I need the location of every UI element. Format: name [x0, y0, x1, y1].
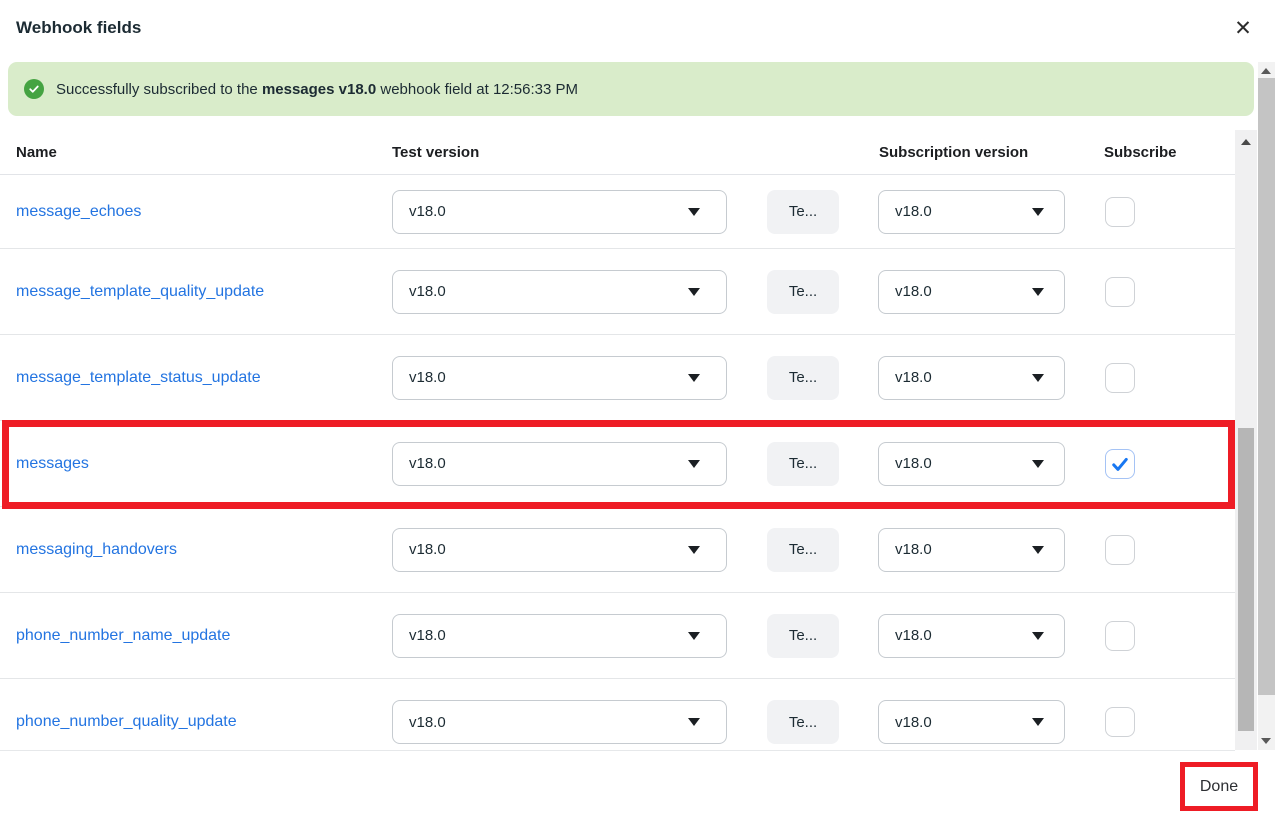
- webhook-field-link[interactable]: message_echoes: [16, 203, 141, 221]
- test-version-dropdown[interactable]: v18.0: [392, 190, 727, 234]
- table-row: phone_number_quality_update v18.0 Te... …: [0, 679, 1235, 750]
- chevron-down-icon: [1032, 374, 1044, 382]
- subscription-version-dropdown[interactable]: v18.0: [878, 356, 1065, 400]
- dialog-scrollbar[interactable]: [1258, 62, 1275, 750]
- test-version-dropdown[interactable]: v18.0: [392, 614, 727, 658]
- webhook-fields-dialog: Webhook fields ✕ Successfully subscribed…: [0, 0, 1275, 814]
- subscribe-checkbox[interactable]: [1105, 277, 1135, 307]
- table-row: messaging_handovers v18.0 Te... v18.0: [0, 507, 1235, 593]
- subscription-version-dropdown[interactable]: v18.0: [878, 442, 1065, 486]
- done-button[interactable]: Done: [1185, 767, 1253, 806]
- webhook-field-link[interactable]: message_template_quality_update: [16, 283, 264, 301]
- test-version-dropdown[interactable]: v18.0: [392, 270, 727, 314]
- table-header: Name Test version Subscription version S…: [0, 133, 1235, 175]
- subscribe-checkbox[interactable]: [1105, 449, 1135, 479]
- chevron-down-icon: [688, 288, 700, 296]
- dialog-title: Webhook fields: [16, 18, 141, 38]
- chevron-down-icon: [688, 374, 700, 382]
- chevron-down-icon: [688, 546, 700, 554]
- test-button[interactable]: Te...: [767, 700, 839, 744]
- test-version-value: v18.0: [409, 203, 446, 220]
- test-button[interactable]: Te...: [767, 356, 839, 400]
- test-version-value: v18.0: [409, 714, 446, 731]
- test-button[interactable]: Te...: [767, 270, 839, 314]
- subscription-version-value: v18.0: [895, 627, 932, 644]
- test-version-value: v18.0: [409, 541, 446, 558]
- chevron-down-icon: [1032, 718, 1044, 726]
- table-row: message_template_quality_update v18.0 Te…: [0, 249, 1235, 335]
- webhook-field-link[interactable]: phone_number_name_update: [16, 627, 230, 645]
- check-icon: [1110, 454, 1130, 474]
- test-version-dropdown[interactable]: v18.0: [392, 528, 727, 572]
- test-button[interactable]: Te...: [767, 614, 839, 658]
- table-scrollbar[interactable]: [1235, 130, 1257, 750]
- subscription-version-dropdown[interactable]: v18.0: [878, 190, 1065, 234]
- success-message: Successfully subscribed to the messages …: [56, 81, 578, 98]
- subscription-version-dropdown[interactable]: v18.0: [878, 528, 1065, 572]
- test-version-dropdown[interactable]: v18.0: [392, 356, 727, 400]
- subscription-version-value: v18.0: [895, 369, 932, 386]
- chevron-down-icon: [1032, 460, 1044, 468]
- chevron-down-icon: [1032, 208, 1044, 216]
- webhook-field-link[interactable]: messages: [16, 455, 89, 473]
- test-version-value: v18.0: [409, 369, 446, 386]
- subscription-version-value: v18.0: [895, 283, 932, 300]
- webhook-field-link[interactable]: message_template_status_update: [16, 369, 261, 387]
- test-version-dropdown[interactable]: v18.0: [392, 700, 727, 744]
- subscription-version-dropdown[interactable]: v18.0: [878, 270, 1065, 314]
- success-check-icon: [24, 79, 44, 99]
- success-banner: Successfully subscribed to the messages …: [8, 62, 1254, 116]
- chevron-down-icon: [1032, 632, 1044, 640]
- subscription-version-dropdown[interactable]: v18.0: [878, 700, 1065, 744]
- table-row: messages v18.0 Te... v18.0: [0, 421, 1235, 507]
- table-scroll-up-icon[interactable]: [1241, 139, 1251, 145]
- chevron-down-icon: [1032, 288, 1044, 296]
- subscription-version-value: v18.0: [895, 203, 932, 220]
- test-version-value: v18.0: [409, 627, 446, 644]
- chevron-down-icon: [688, 718, 700, 726]
- test-button[interactable]: Te...: [767, 442, 839, 486]
- table-row: phone_number_name_update v18.0 Te... v18…: [0, 593, 1235, 679]
- webhook-field-link[interactable]: messaging_handovers: [16, 541, 177, 559]
- table-row: message_echoes v18.0 Te... v18.0: [0, 175, 1235, 249]
- test-version-value: v18.0: [409, 283, 446, 300]
- column-header-subscription-version: Subscription version: [879, 144, 1028, 161]
- chevron-down-icon: [688, 460, 700, 468]
- footer-divider: [0, 750, 1235, 751]
- subscription-version-dropdown[interactable]: v18.0: [878, 614, 1065, 658]
- chevron-down-icon: [688, 208, 700, 216]
- subscribe-checkbox[interactable]: [1105, 621, 1135, 651]
- webhook-field-link[interactable]: phone_number_quality_update: [16, 713, 237, 731]
- scroll-up-icon[interactable]: [1261, 68, 1271, 74]
- subscribe-checkbox[interactable]: [1105, 363, 1135, 393]
- chevron-down-icon: [1032, 546, 1044, 554]
- scroll-down-icon[interactable]: [1261, 738, 1271, 744]
- test-button[interactable]: Te...: [767, 528, 839, 572]
- test-button[interactable]: Te...: [767, 190, 839, 234]
- test-version-value: v18.0: [409, 455, 446, 472]
- test-version-dropdown[interactable]: v18.0: [392, 442, 727, 486]
- subscription-version-value: v18.0: [895, 714, 932, 731]
- close-icon[interactable]: ✕: [1230, 16, 1256, 42]
- table-scrollbar-thumb[interactable]: [1238, 428, 1254, 731]
- success-message-bold: messages v18.0: [262, 81, 376, 98]
- webhook-row-list: message_echoes v18.0 Te... v18.0 message…: [0, 175, 1235, 750]
- subscription-version-value: v18.0: [895, 541, 932, 558]
- subscribe-checkbox[interactable]: [1105, 707, 1135, 737]
- dialog-scrollbar-thumb[interactable]: [1258, 78, 1275, 695]
- chevron-down-icon: [688, 632, 700, 640]
- subscribe-checkbox[interactable]: [1105, 197, 1135, 227]
- column-header-subscribe: Subscribe: [1104, 144, 1177, 161]
- subscribe-checkbox[interactable]: [1105, 535, 1135, 565]
- table-row: message_template_status_update v18.0 Te.…: [0, 335, 1235, 421]
- subscription-version-value: v18.0: [895, 455, 932, 472]
- column-header-test-version: Test version: [392, 144, 479, 161]
- column-header-name: Name: [16, 144, 57, 161]
